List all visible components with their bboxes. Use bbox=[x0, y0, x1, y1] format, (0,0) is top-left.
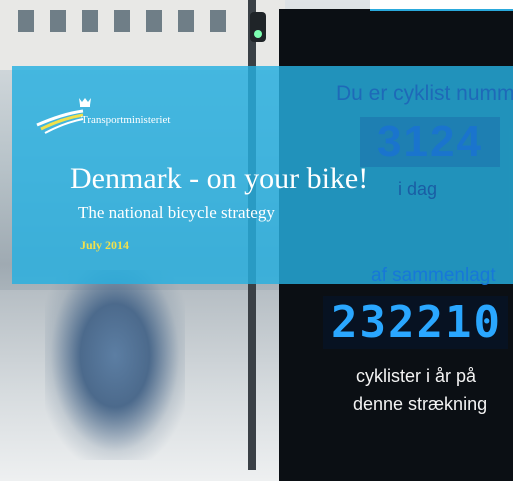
cover: Transportministeriet Denmark - on your b… bbox=[0, 0, 513, 481]
green-lamp bbox=[254, 30, 262, 38]
window bbox=[82, 10, 98, 32]
building bbox=[0, 0, 285, 70]
traffic-light bbox=[250, 12, 266, 42]
display-line-2: i dag bbox=[398, 179, 438, 199]
today-count: 3124 bbox=[360, 117, 500, 167]
window bbox=[146, 10, 162, 32]
cyclist bbox=[45, 270, 185, 460]
publication-date: July 2014 bbox=[80, 238, 130, 252]
window bbox=[114, 10, 130, 32]
window bbox=[50, 10, 66, 32]
ministry-name: Transportministeriet bbox=[81, 114, 171, 126]
cover-subtitle: The national bicycle strategy bbox=[78, 203, 275, 222]
display-line-4: cyklister i år på bbox=[356, 366, 477, 386]
road-lines-icon bbox=[36, 109, 84, 134]
crown-icon bbox=[79, 98, 91, 107]
corner-strip bbox=[370, 0, 513, 9]
cover-title: Denmark - on your bike! bbox=[70, 162, 369, 195]
window bbox=[178, 10, 194, 32]
corner-line bbox=[370, 9, 513, 11]
display-line-5: denne strækning bbox=[353, 394, 488, 414]
window bbox=[210, 10, 226, 32]
display-line-1: Du er cyklist nummer bbox=[336, 82, 513, 105]
window bbox=[18, 10, 34, 32]
display-line-3: af sammenlagt bbox=[371, 265, 496, 286]
total-count: 232210 bbox=[331, 297, 502, 348]
